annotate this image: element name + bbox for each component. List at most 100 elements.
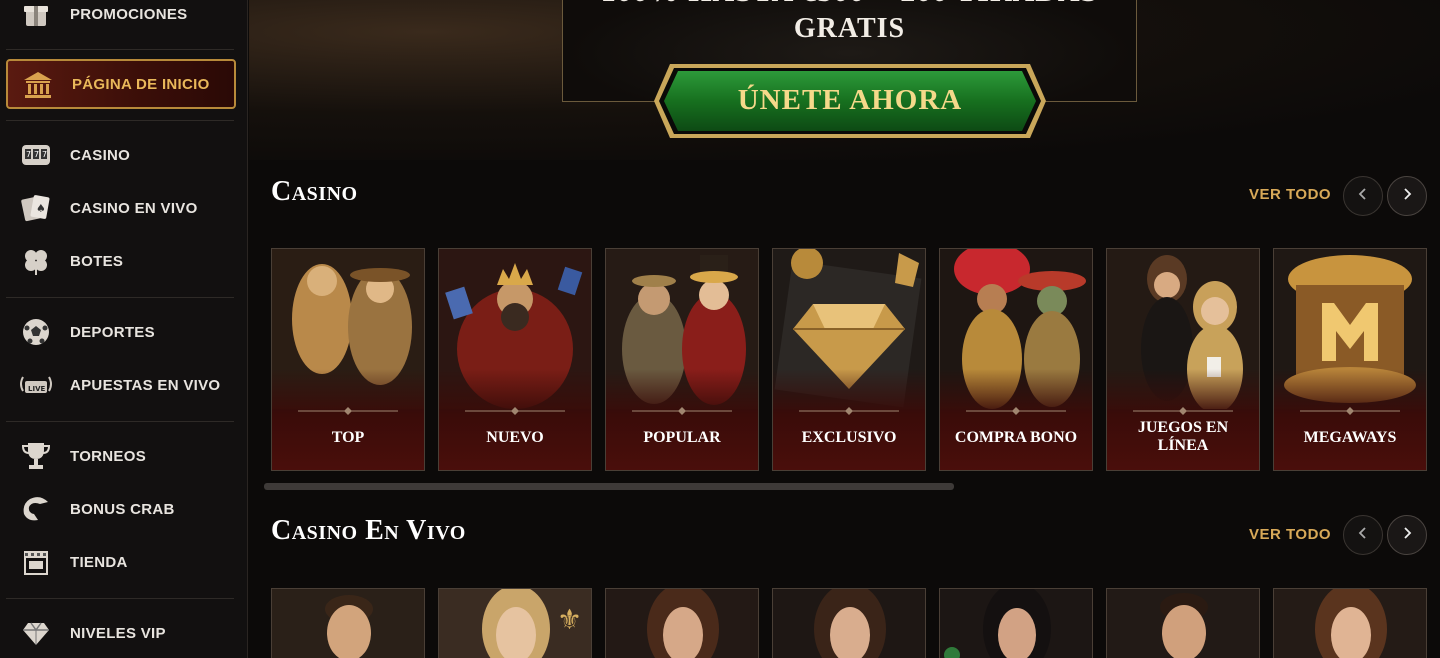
sidebar-item-apuestas-en-vivo[interactable]: LIVE APUESTAS EN VIVO (6, 363, 236, 407)
home-temple-icon (18, 64, 58, 104)
card-title: POPULAR (643, 429, 721, 446)
sidebar-item-label: APUESTAS EN VIVO (70, 376, 221, 394)
live-dealer-card[interactable] (939, 588, 1093, 658)
sidebar-item-label: CASINO (70, 146, 131, 164)
sidebar-item-niveles-vip[interactable]: NIVELES VIP (6, 611, 236, 655)
sidebar-item-label: DEPORTES (70, 323, 155, 341)
sidebar-item-bonus-crab[interactable]: BONUS CRAB (6, 487, 236, 531)
ornament-divider (1300, 407, 1400, 415)
category-card-exclusivo[interactable]: EXCLUSIVO (772, 248, 926, 471)
sidebar-item-label: CASINO EN VIVO (70, 199, 198, 217)
card-fade (1274, 369, 1426, 470)
category-card-megaways[interactable]: MEGAWAYS (1273, 248, 1427, 471)
divider (6, 120, 234, 121)
female-dealer-portrait (1274, 589, 1426, 658)
sidebar-item-botes[interactable]: BOTES (6, 239, 236, 283)
svg-text:7: 7 (34, 150, 39, 159)
svg-text:♠: ♠ (36, 202, 46, 215)
svg-text:LIVE: LIVE (28, 385, 45, 393)
card-title: JUEGOS EN LÍNEA (1137, 419, 1229, 454)
sidebar-item-tienda[interactable]: TIENDA (6, 540, 236, 584)
male-dealer-portrait (1107, 589, 1259, 658)
divider (6, 49, 234, 50)
sidebar-item-casino-en-vivo[interactable]: ♠ CASINO EN VIVO (6, 186, 236, 230)
horizontal-scrollbar[interactable] (264, 483, 954, 490)
card-title: EXCLUSIVO (801, 429, 897, 446)
male-dealer-portrait (272, 589, 424, 658)
female-dealer-portrait (606, 589, 758, 658)
category-card-top[interactable]: TOP (271, 248, 425, 471)
live-casino-prev-button[interactable] (1343, 515, 1383, 555)
female-dealer-portrait: ⚜ (439, 589, 591, 658)
live-broadcast-icon: LIVE (16, 365, 56, 405)
card-fade (940, 369, 1092, 470)
sidebar-item-label: PROMOCIONES (70, 5, 188, 23)
live-dealer-card[interactable]: ⚜ (438, 588, 592, 658)
card-fade (773, 369, 925, 470)
divider (6, 598, 234, 599)
sidebar-item-torneos[interactable]: TORNEOS (6, 434, 236, 478)
live-dealer-card[interactable] (1106, 588, 1260, 658)
slot-machine-icon: 777 (16, 135, 56, 175)
sidebar-item-home[interactable]: PÁGINA DE INICIO (6, 59, 236, 109)
see-all-live-casino-link[interactable]: VER TODO (1249, 526, 1331, 543)
live-dealer-card[interactable] (605, 588, 759, 658)
category-card-popular[interactable]: POPULAR (605, 248, 759, 471)
sidebar-item-deportes[interactable]: DEPORTES (6, 310, 236, 354)
live-dealer-card[interactable] (1273, 588, 1427, 658)
promo-headline: 100% HASTA €500 + 200 TIRADAS (563, 0, 1136, 9)
category-card-juegos-en-linea[interactable]: JUEGOS EN LÍNEA (1106, 248, 1260, 471)
chevron-left-icon (1356, 187, 1370, 206)
section-title-casino-en-vivo: Casino En Vivo (271, 515, 466, 546)
svg-text:7: 7 (26, 150, 31, 159)
card-title: NUEVO (486, 429, 544, 446)
join-now-label: ÚNETE AHORA (737, 84, 963, 116)
promo-subline: GRATIS (793, 13, 906, 44)
join-now-button[interactable]: ÚNETE AHORA (652, 62, 1048, 140)
soccer-ball-icon (16, 312, 56, 352)
hero-banner: 100% HASTA €500 + 200 TIRADAS GRATIS ÚNE… (249, 0, 1440, 160)
card-title: COMPRA BONO (954, 429, 1078, 446)
chevron-right-icon (1400, 187, 1414, 206)
ornament-divider (799, 407, 899, 415)
diamond-icon (16, 613, 56, 653)
casino-next-button[interactable] (1387, 176, 1427, 216)
ornament-divider (632, 407, 732, 415)
sidebar-item-label: PÁGINA DE INICIO (72, 75, 210, 93)
card-title: MEGAWAYS (1303, 429, 1397, 446)
main-content: 100% HASTA €500 + 200 TIRADAS GRATIS ÚNE… (249, 0, 1440, 658)
chevron-left-icon (1356, 526, 1370, 545)
sidebar-item-label: TORNEOS (70, 447, 147, 465)
playing-cards-icon: ♠ (16, 188, 56, 228)
card-fade (272, 369, 424, 470)
gift-icon (16, 0, 56, 34)
sidebar-item-label: NIVELES VIP (70, 624, 166, 642)
card-title: TOP (331, 429, 365, 446)
clover-icon (16, 241, 56, 281)
card-fade (606, 369, 758, 470)
divider (6, 421, 234, 422)
ornament-divider (1133, 407, 1233, 415)
crab-claw-icon (16, 489, 56, 529)
female-dealer-portrait (940, 589, 1092, 658)
divider (6, 297, 234, 298)
ornament-divider (966, 407, 1066, 415)
live-dealer-card[interactable] (772, 588, 926, 658)
sidebar-item-label: TIENDA (70, 553, 128, 571)
chevron-right-icon (1400, 526, 1414, 545)
see-all-casino-link[interactable]: VER TODO (1249, 186, 1331, 203)
category-card-compra-bono[interactable]: COMPRA BONO (939, 248, 1093, 471)
sidebar: PROMOCIONES PÁGINA DE INICIO 777 CASINO … (0, 0, 248, 658)
live-casino-next-button[interactable] (1387, 515, 1427, 555)
trophy-icon (16, 436, 56, 476)
sidebar-item-promociones[interactable]: PROMOCIONES (6, 0, 236, 36)
card-fade (439, 369, 591, 470)
live-dealer-card[interactable] (271, 588, 425, 658)
svg-text:⚜: ⚜ (557, 603, 582, 636)
svg-text:7: 7 (42, 150, 47, 159)
category-card-nuevo[interactable]: NUEVO (438, 248, 592, 471)
ornament-divider (465, 407, 565, 415)
sidebar-item-casino[interactable]: 777 CASINO (6, 133, 236, 177)
ornament-divider (298, 407, 398, 415)
casino-prev-button[interactable] (1343, 176, 1383, 216)
